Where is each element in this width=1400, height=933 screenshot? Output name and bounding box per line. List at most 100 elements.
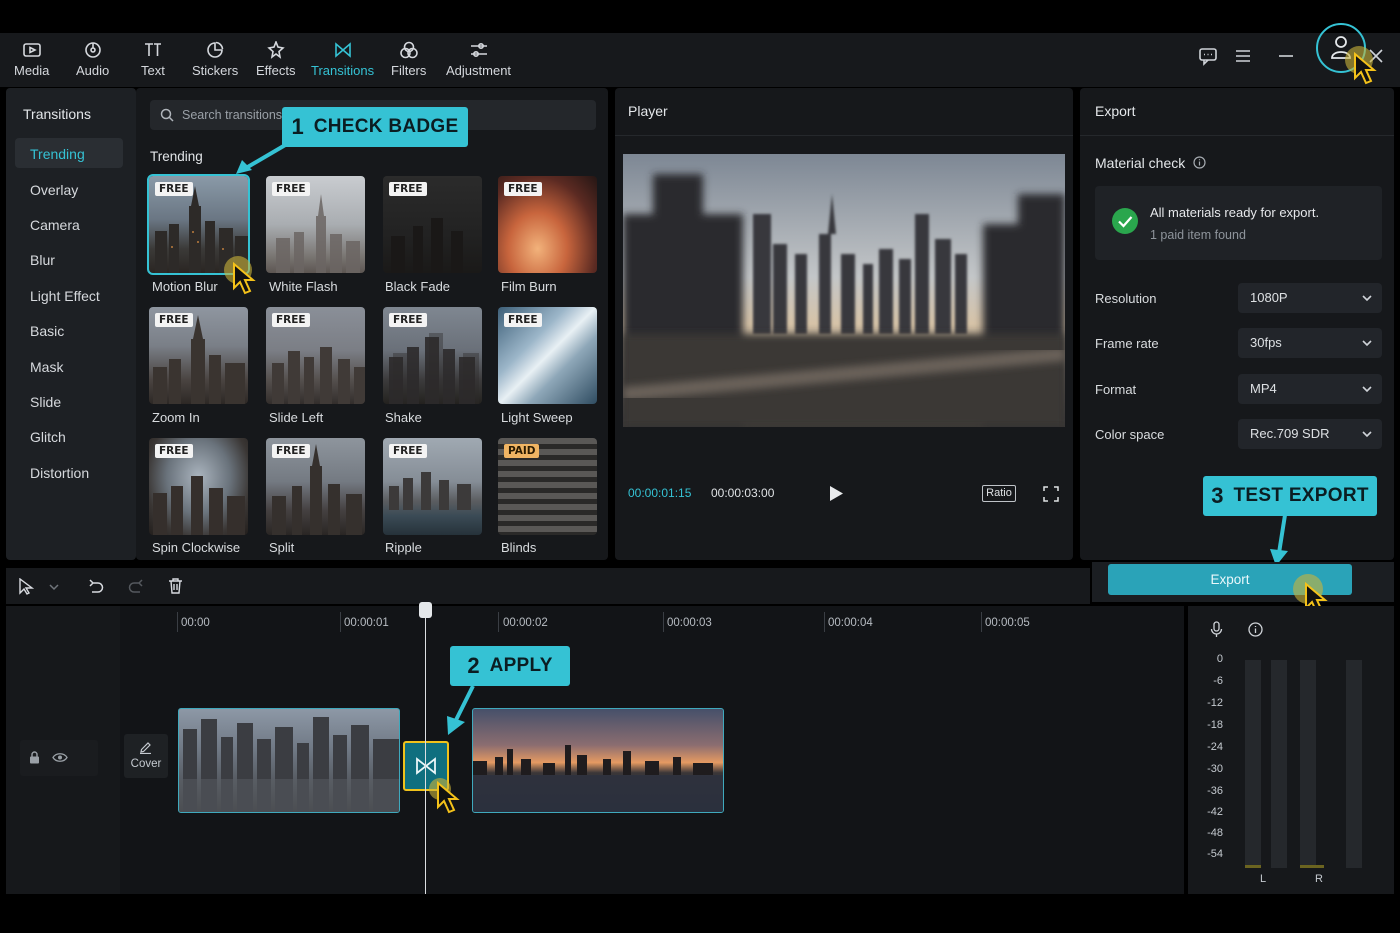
transition-thumb-shake[interactable]: FREE: [383, 307, 482, 404]
db-label: -24: [1207, 741, 1223, 753]
info-icon[interactable]: [1248, 622, 1263, 637]
resolution-select[interactable]: 1080P: [1238, 283, 1382, 313]
top-toolbar: Media Audio Text Stickers Effects Transi…: [0, 33, 1400, 87]
category-mask[interactable]: Mask: [30, 359, 63, 375]
ruler-tick: [981, 612, 982, 632]
feedback-icon[interactable]: [1198, 46, 1218, 66]
ruler-label: 00:00: [181, 617, 210, 629]
channel-label-r: R: [1315, 873, 1323, 885]
category-basic[interactable]: Basic: [30, 323, 64, 339]
chevron-down-icon: [1362, 431, 1372, 438]
material-check-title: Material check: [1095, 155, 1186, 171]
adjustment-icon: [470, 42, 487, 58]
redo-icon[interactable]: [128, 578, 144, 594]
transition-thumb-white-flash[interactable]: FREE: [266, 176, 365, 273]
transition-thumb-black-fade[interactable]: FREE: [383, 176, 482, 273]
category-light-effect[interactable]: Light Effect: [30, 288, 100, 304]
divider: [615, 135, 1073, 136]
lock-icon[interactable]: [29, 751, 40, 764]
setting-label-format: Format: [1095, 382, 1137, 397]
video-clip-2[interactable]: [472, 708, 724, 813]
toolbar-item-text[interactable]: Text: [141, 41, 165, 83]
transition-label: Ripple: [385, 540, 422, 555]
category-blur[interactable]: Blur: [30, 252, 55, 268]
toolbar-item-media[interactable]: Media: [14, 41, 49, 83]
category-glitch[interactable]: Glitch: [30, 429, 66, 445]
badge-free: FREE: [272, 444, 310, 458]
format-select[interactable]: MP4: [1238, 374, 1382, 404]
minimize-icon[interactable]: [1276, 46, 1296, 66]
setting-label-color-space: Color space: [1095, 427, 1165, 442]
toolbar-item-effects[interactable]: Effects: [256, 41, 296, 83]
ruler-tick: [340, 612, 341, 632]
category-overlay[interactable]: Overlay: [30, 182, 78, 198]
select-pointer-icon[interactable]: [18, 578, 34, 595]
transition-thumb-zoom-in[interactable]: FREE: [149, 307, 248, 404]
undo-icon[interactable]: [88, 578, 104, 594]
playhead-line: [425, 612, 426, 894]
panel-title: Transitions: [23, 106, 91, 122]
meter-bar-r2: [1346, 660, 1362, 868]
category-trending[interactable]: Trending: [15, 138, 123, 168]
transition-thumb-light-sweep[interactable]: FREE: [498, 307, 597, 404]
transition-thumb-split[interactable]: FREE: [266, 438, 365, 535]
badge-free: FREE: [272, 182, 310, 196]
toolbar-item-filters[interactable]: Filters: [391, 41, 426, 83]
transition-label: White Flash: [269, 279, 338, 294]
status-main-text: All materials ready for export.: [1150, 205, 1320, 220]
ratio-button[interactable]: Ratio: [982, 485, 1016, 502]
ruler-tick: [663, 612, 664, 632]
transition-label: Zoom In: [152, 410, 200, 425]
stickers-icon: [207, 41, 224, 58]
video-preview[interactable]: [623, 154, 1065, 427]
db-label: -42: [1207, 806, 1223, 818]
total-time: 00:00:03:00: [711, 486, 775, 500]
chevron-down-icon[interactable]: [49, 583, 59, 591]
search-icon: [160, 108, 174, 122]
badge-free: FREE: [389, 313, 427, 327]
transition-thumb-slide-left[interactable]: FREE: [266, 307, 365, 404]
callout-arrow: [1270, 514, 1288, 566]
transition-thumb-film-burn[interactable]: FREE: [498, 176, 597, 273]
transition-thumb-blinds[interactable]: PAID: [498, 438, 597, 535]
db-label: -36: [1207, 785, 1223, 797]
badge-free: FREE: [504, 313, 542, 327]
eye-icon[interactable]: [52, 752, 68, 763]
callout-arrow: [447, 685, 475, 735]
badge-free: FREE: [389, 182, 427, 196]
ruler-tick: [177, 612, 178, 632]
play-icon[interactable]: [829, 486, 843, 501]
transition-label: Motion Blur: [152, 279, 218, 294]
meter-level-r: [1300, 865, 1324, 868]
menu-icon[interactable]: [1233, 46, 1253, 66]
city-video-frame: [623, 154, 1065, 427]
category-distortion[interactable]: Distortion: [30, 465, 89, 481]
callout-check-badge: 1 CHECK BADGE: [282, 107, 468, 147]
media-icon: [22, 43, 41, 57]
callout-apply: 2 APPLY: [450, 646, 570, 686]
toolbar-item-transitions[interactable]: Transitions: [311, 41, 374, 83]
frame-rate-select[interactable]: 30fps: [1238, 328, 1382, 358]
db-label: -30: [1207, 763, 1223, 775]
cursor-pointer-icon: [224, 256, 256, 295]
toolbar-item-audio[interactable]: Audio: [76, 41, 109, 83]
video-clip-1[interactable]: [178, 708, 400, 813]
check-circle-icon: [1112, 208, 1138, 234]
toolbar-item-stickers[interactable]: Stickers: [192, 41, 238, 83]
color-space-select[interactable]: Rec.709 SDR: [1238, 419, 1382, 449]
transition-thumb-spin-clockwise[interactable]: FREE: [149, 438, 248, 535]
category-slide[interactable]: Slide: [30, 394, 61, 410]
info-icon[interactable]: [1193, 156, 1206, 169]
fullscreen-icon[interactable]: [1043, 486, 1059, 502]
microphone-icon[interactable]: [1210, 621, 1223, 638]
delete-icon[interactable]: [168, 577, 183, 594]
toolbar-item-adjustment[interactable]: Adjustment: [446, 41, 511, 83]
transition-thumb-ripple[interactable]: FREE: [383, 438, 482, 535]
playhead-handle[interactable]: [419, 602, 432, 618]
ruler-label: 00:00:01: [344, 617, 389, 629]
chevron-down-icon: [1362, 386, 1372, 393]
badge-free: FREE: [272, 313, 310, 327]
category-camera[interactable]: Camera: [30, 217, 80, 233]
cover-button[interactable]: Cover: [124, 734, 168, 778]
effects-icon: [267, 41, 285, 59]
